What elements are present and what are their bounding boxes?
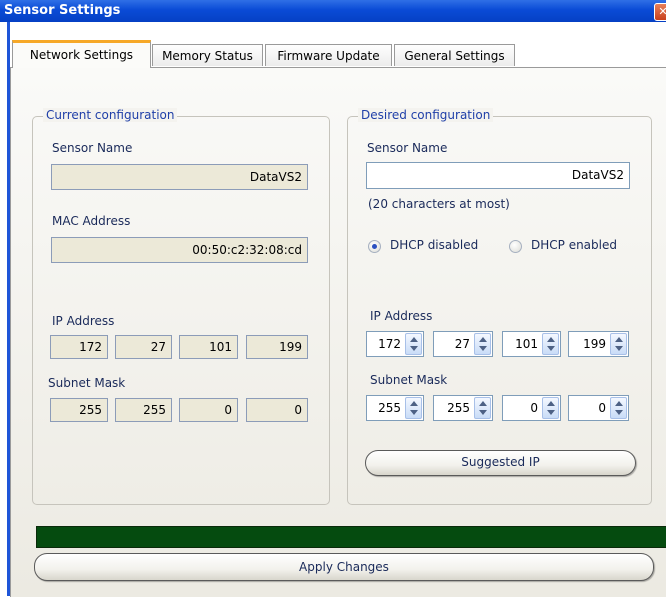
current-mask-octet-3: 0: [179, 398, 238, 422]
spinner-arrows-icon[interactable]: [405, 333, 422, 355]
current-mask-octet-2: 255: [115, 398, 172, 422]
spinner-arrows-icon[interactable]: [474, 333, 491, 355]
desired-mask-octet-4-value: 0: [598, 401, 606, 415]
current-mask-octet-1: 255: [50, 398, 108, 422]
close-icon: ✕: [658, 5, 666, 18]
desired-mask-octet-2-value: 255: [447, 401, 470, 415]
current-ip-label: IP Address: [52, 314, 115, 328]
desired-sensor-name-input[interactable]: DataVS2: [366, 162, 630, 189]
desired-ip-octet-4[interactable]: 199: [568, 331, 629, 357]
current-configuration-legend: Current configuration: [43, 108, 178, 122]
desired-mask-label: Subnet Mask: [370, 373, 448, 387]
dhcp-enabled-radio[interactable]: [509, 240, 522, 253]
current-configuration-group: Current configuration Sensor Name DataVS…: [32, 108, 330, 505]
tab-memory-status[interactable]: Memory Status: [152, 44, 263, 66]
tab-firmware-update[interactable]: Firmware Update: [265, 44, 392, 66]
current-sensor-name-label: Sensor Name: [52, 141, 133, 155]
tab-panel: Current configuration Sensor Name DataVS…: [10, 67, 666, 597]
title-bar: Sensor Settings ✕: [0, 0, 666, 22]
spinner-arrows-icon[interactable]: [610, 397, 627, 419]
desired-ip-octet-1[interactable]: 172: [366, 331, 424, 357]
desired-ip-octet-2-value: 27: [454, 337, 470, 351]
current-mask-label: Subnet Mask: [48, 376, 126, 390]
spinner-arrows-icon[interactable]: [542, 333, 559, 355]
current-mask-octet-4: 0: [246, 398, 308, 422]
window-title: Sensor Settings: [4, 3, 121, 18]
desired-ip-octet-3[interactable]: 101: [502, 331, 561, 357]
dhcp-disabled-radio[interactable]: [368, 240, 381, 253]
spinner-arrows-icon[interactable]: [542, 397, 559, 419]
suggested-ip-button[interactable]: Suggested IP: [365, 450, 636, 476]
desired-mask-octet-1-value: 255: [378, 401, 401, 415]
current-mac-field: 00:50:c2:32:08:cd: [51, 237, 308, 263]
current-ip-octet-1: 172: [50, 335, 108, 359]
desired-ip-octet-3-value: 101: [515, 337, 538, 351]
desired-ip-octet-2[interactable]: 27: [433, 331, 493, 357]
desired-configuration-legend: Desired configuration: [358, 108, 494, 122]
desired-mask-octet-1[interactable]: 255: [366, 395, 424, 421]
desired-mask-octet-2[interactable]: 255: [433, 395, 493, 421]
current-sensor-name-field: DataVS2: [51, 164, 308, 190]
desired-mask-octet-3[interactable]: 0: [502, 395, 561, 421]
current-ip-octet-4: 199: [246, 335, 308, 359]
tab-network-settings[interactable]: Network Settings: [12, 40, 151, 68]
spinner-arrows-icon[interactable]: [610, 333, 627, 355]
desired-mask-octet-3-value: 0: [530, 401, 538, 415]
current-ip-octet-3: 101: [179, 335, 238, 359]
current-ip-octet-2: 27: [115, 335, 172, 359]
current-mac-label: MAC Address: [52, 214, 131, 228]
desired-sensor-name-label: Sensor Name: [367, 141, 448, 155]
close-button[interactable]: ✕: [654, 3, 666, 21]
progress-bar: [36, 526, 666, 548]
desired-configuration-group: Desired configuration Sensor Name DataVS…: [347, 108, 652, 505]
desired-ip-octet-1-value: 172: [378, 337, 401, 351]
dhcp-disabled-label[interactable]: DHCP disabled: [390, 238, 478, 252]
desired-mask-octet-4[interactable]: 0: [568, 395, 629, 421]
spinner-arrows-icon[interactable]: [405, 397, 422, 419]
desired-ip-octet-4-value: 199: [583, 337, 606, 351]
apply-changes-button[interactable]: Apply Changes: [34, 553, 654, 581]
spinner-arrows-icon[interactable]: [474, 397, 491, 419]
desired-ip-label: IP Address: [370, 309, 433, 323]
dhcp-enabled-label[interactable]: DHCP enabled: [531, 238, 617, 252]
sensor-name-hint: (20 characters at most): [368, 197, 510, 211]
tab-general-settings[interactable]: General Settings: [394, 44, 515, 66]
